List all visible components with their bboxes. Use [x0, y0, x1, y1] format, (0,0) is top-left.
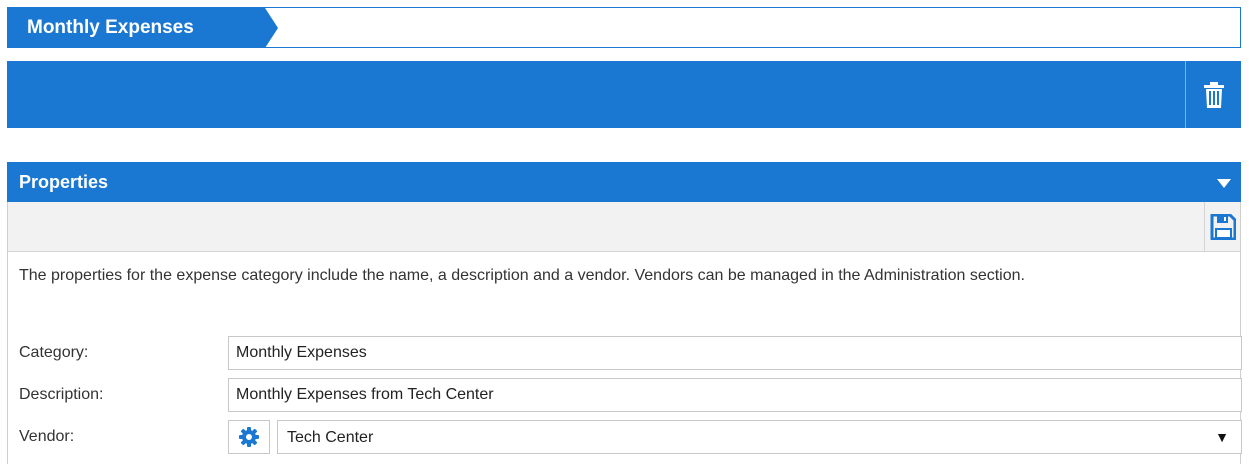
collapse-button[interactable] [1215, 176, 1233, 190]
vendor-row: Vendor: Tech Center ▼ [8, 420, 1242, 454]
properties-description: The properties for the expense category … [19, 267, 1025, 284]
vendor-label: Vendor: [19, 428, 75, 445]
vendor-settings-button[interactable] [228, 420, 270, 454]
vendor-selected-value: Tech Center [287, 429, 374, 446]
category-label: Category: [19, 344, 89, 361]
properties-title: Properties [19, 172, 109, 192]
properties-panel-body: The properties for the expense category … [7, 202, 1242, 464]
breadcrumb-bar: Monthly Expenses [7, 7, 1241, 48]
gear-icon [239, 427, 259, 447]
delete-button[interactable] [1186, 61, 1241, 128]
description-input[interactable]: Monthly Expenses from Tech Center [228, 378, 1242, 412]
dropdown-arrow-icon: ▼ [1215, 429, 1229, 445]
description-label: Description: [19, 386, 104, 403]
caret-down-icon [1217, 178, 1231, 188]
description-row: Description: Monthly Expenses from Tech … [8, 378, 1242, 412]
properties-toolbar [8, 202, 1240, 252]
breadcrumb-label: Monthly Expenses [7, 7, 265, 48]
vendor-select[interactable]: Tech Center ▼ [277, 420, 1242, 454]
main-toolbar [7, 61, 1241, 128]
category-input[interactable]: Monthly Expenses [228, 336, 1242, 370]
breadcrumb-item[interactable]: Monthly Expenses [7, 7, 278, 48]
category-row: Category: Monthly Expenses [8, 336, 1242, 370]
properties-panel-header[interactable]: Properties [7, 162, 1241, 202]
trash-icon [1203, 81, 1224, 108]
save-button[interactable] [1204, 202, 1240, 251]
floppy-disk-icon [1210, 213, 1236, 240]
breadcrumb-arrow [265, 7, 278, 48]
